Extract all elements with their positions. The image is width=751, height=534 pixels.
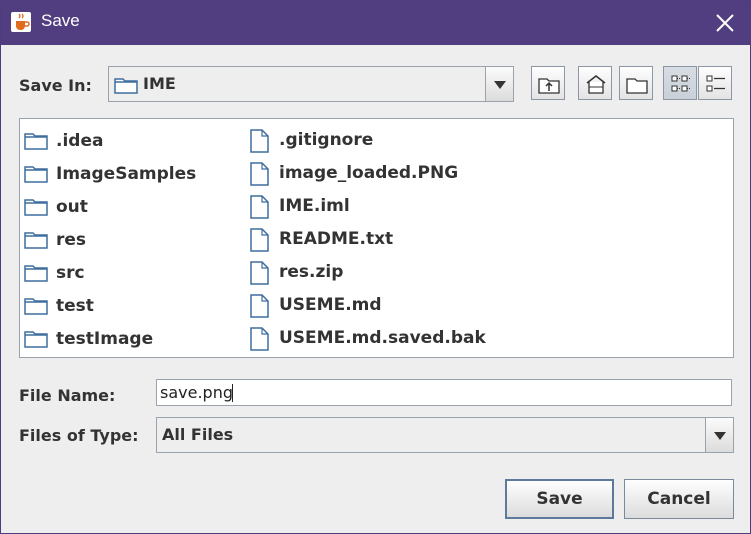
file-name: USEME.md.saved.bak [279,328,486,348]
list-view-icon [671,75,690,92]
new-folder-icon [626,78,648,94]
folder-icon [24,298,48,315]
folder-icon [24,199,48,216]
chevron-down-icon[interactable] [705,418,733,452]
file-name: testImage [56,329,154,349]
file-name: res.zip [279,262,344,282]
file-name: out [56,197,88,217]
up-folder-icon [538,78,560,94]
chevron-down-icon[interactable] [485,67,513,101]
details-view-icon [706,75,725,92]
file-name: USEME.md [279,295,382,315]
file-list[interactable]: .idea ImageSamples out res src test test… [19,118,734,358]
new-folder-button[interactable] [619,66,653,100]
file-name: README.txt [279,229,394,249]
files-of-type-label: Files of Type: [19,426,139,445]
folder-icon [24,265,48,282]
file-name: .idea [56,131,104,151]
folder-icon [24,166,48,183]
title-bar[interactable]: Save [1,1,750,45]
folder-icon [114,78,138,94]
list-view-button[interactable] [663,66,697,100]
file-icon [250,294,269,318]
file-name-label: File Name: [19,386,116,405]
save-in-value: IME [143,74,176,93]
file-name: test [56,296,94,316]
file-name: res [56,230,87,250]
cancel-button[interactable]: Cancel [624,479,734,519]
file-icon [250,261,269,285]
text-caret [232,384,233,402]
file-name: image_loaded.PNG [279,163,459,183]
file-name: src [56,263,85,283]
file-icon [250,228,269,252]
home-button[interactable] [578,66,612,100]
folder-icon [24,331,48,348]
files-of-type-combo[interactable]: All Files [156,417,734,453]
files-of-type-value: All Files [162,425,234,444]
save-in-combo[interactable]: IME [108,66,514,102]
save-in-label: Save In: [19,76,92,95]
file-icon [250,129,269,153]
folder-icon [24,133,48,150]
folder-icon [24,232,48,249]
file-icon [250,162,269,186]
file-name: .gitignore [279,130,374,150]
file-name-field[interactable]: save.png [156,379,732,406]
file-name: IME.iml [279,196,350,216]
file-icon [250,195,269,219]
up-one-level-button[interactable] [531,66,565,100]
save-button[interactable]: Save [505,479,614,519]
window-title: Save [41,11,80,30]
file-name-value: save.png [160,383,233,402]
save-dialog: Save Save In: IME .idea ImageSamples out… [0,0,751,534]
home-icon [586,75,606,94]
java-coffee-icon [11,12,31,32]
details-view-button[interactable] [698,66,732,100]
file-name: ImageSamples [56,164,197,184]
file-icon [250,327,269,351]
close-icon[interactable] [714,12,736,34]
